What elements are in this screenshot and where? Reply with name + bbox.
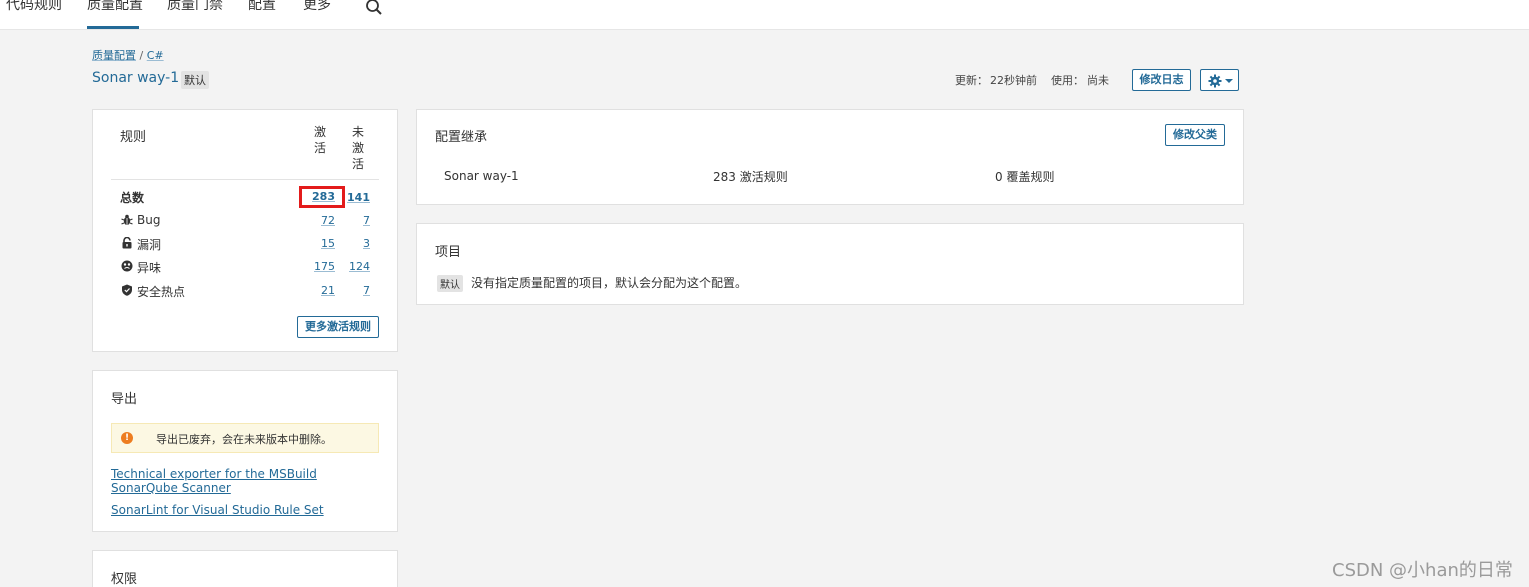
actions-dropdown-button[interactable] xyxy=(1200,69,1239,91)
rules-hotspot-active-link[interactable]: 21 xyxy=(305,284,335,297)
inheritance-profile-name: Sonar way-1 xyxy=(444,169,519,183)
breadcrumb-parent-link[interactable]: 质量配置 xyxy=(92,49,136,62)
nav-item-administration[interactable]: 配置 xyxy=(248,0,276,14)
projects-description: 没有指定质量配置的项目，默认会分配为这个配置。 xyxy=(471,276,748,290)
rules-card: 规则 激活 未激活 总数 283 141 Bug 72 7 漏洞 15 3 异味… xyxy=(92,109,398,352)
rules-vulnerability-active-link[interactable]: 15 xyxy=(305,237,335,250)
rules-title: 规则 xyxy=(120,130,147,145)
watermark: CSDN @小han的日常 xyxy=(1332,560,1513,581)
rules-vulnerability-inactive-link[interactable]: 3 xyxy=(343,237,370,250)
used-value: 尚未 xyxy=(1087,74,1109,87)
gear-icon xyxy=(1208,74,1222,88)
nav-item-rules[interactable]: 代码规则 xyxy=(6,0,62,14)
projects-default-badge: 默认 xyxy=(437,275,463,292)
used-label: 使用： xyxy=(1051,74,1084,87)
export-card: 导出 ! 导出已废弃，会在未来版本中删除。 Technical exporter… xyxy=(92,370,398,532)
nav-item-more[interactable]: 更多 xyxy=(303,0,331,14)
rules-row-total-label: 总数 xyxy=(120,191,145,205)
col-head-inactive: 未激活 xyxy=(351,125,364,171)
export-title: 导出 xyxy=(111,392,138,407)
bug-icon xyxy=(121,214,133,225)
sonarlint-ruleset-link[interactable]: SonarLint for Visual Studio Rule Set xyxy=(111,503,324,517)
highlight-annotation-box xyxy=(299,186,345,208)
inheritance-title: 配置继承 xyxy=(435,130,488,145)
top-nav: 代码规则 质量配置 质量门禁 配置 更多 xyxy=(0,0,1529,30)
permissions-title: 权限 xyxy=(111,572,138,587)
default-badge: 默认 xyxy=(181,71,209,89)
nav-item-quality-profiles[interactable]: 质量配置 xyxy=(87,0,143,14)
inheritance-card: 配置继承 修改父类 Sonar way-1 283 激活规则 0 覆盖规则 xyxy=(416,109,1244,205)
shield-icon xyxy=(122,284,132,296)
rules-bug-inactive-link[interactable]: 7 xyxy=(343,214,370,227)
change-parent-button[interactable]: 修改父类 xyxy=(1165,124,1225,146)
rules-header-divider xyxy=(111,179,379,180)
search-icon[interactable] xyxy=(365,0,383,16)
rules-hotspot-inactive-link[interactable]: 7 xyxy=(343,284,370,297)
deprecation-warning: ! 导出已废弃，会在未来版本中删除。 xyxy=(111,423,379,453)
nav-item-quality-gates[interactable]: 质量门禁 xyxy=(167,0,223,14)
rules-row-hotspot-label: 安全热点 xyxy=(137,285,186,299)
updated-label: 更新： xyxy=(955,74,988,87)
rules-code-smell-inactive-link[interactable]: 124 xyxy=(343,260,370,273)
warning-text: 导出已废弃，会在未来版本中删除。 xyxy=(156,433,332,446)
page-title: Sonar way-1 xyxy=(92,70,180,86)
rules-code-smell-active-link[interactable]: 175 xyxy=(305,260,335,273)
activate-more-rules-button[interactable]: 更多激活规则 xyxy=(297,316,379,338)
inheritance-overridden-rules: 0 覆盖规则 xyxy=(995,170,1055,184)
updated-value: 22秒钟前 xyxy=(990,74,1037,87)
code-smell-icon xyxy=(121,260,133,272)
inheritance-active-rules: 283 激活规则 xyxy=(713,170,788,184)
active-nav-underline xyxy=(87,26,139,29)
rules-row-vulnerability-label: 漏洞 xyxy=(137,238,162,252)
breadcrumb-separator: / xyxy=(139,49,144,62)
rules-row-bug-label: Bug xyxy=(137,213,161,227)
rules-bug-active-link[interactable]: 72 xyxy=(305,214,335,227)
col-head-active: 激活 xyxy=(313,125,326,155)
warning-icon: ! xyxy=(121,432,133,444)
changelog-button[interactable]: 修改日志 xyxy=(1132,69,1191,91)
lock-icon xyxy=(122,237,132,249)
projects-card: 项目 默认 没有指定质量配置的项目，默认会分配为这个配置。 xyxy=(416,223,1244,305)
chevron-down-icon xyxy=(1225,79,1233,83)
breadcrumb-current-link[interactable]: C# xyxy=(147,49,164,62)
rules-total-inactive-link[interactable]: 141 xyxy=(343,191,370,204)
rules-row-code-smell-label: 异味 xyxy=(137,261,162,275)
projects-title: 项目 xyxy=(435,245,462,260)
msbuild-exporter-link[interactable]: Technical exporter for the MSBuild Sonar… xyxy=(111,467,373,495)
breadcrumb: 质量配置 / C# xyxy=(92,47,164,63)
permissions-card: 权限 xyxy=(92,550,398,587)
